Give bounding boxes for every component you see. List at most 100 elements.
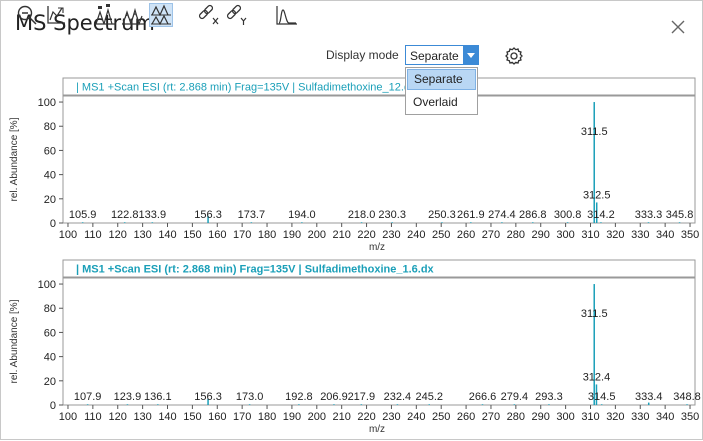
x-tick-label: 330 [631,411,649,423]
peak-label: 333.4 [635,391,663,403]
plot-header-text: | MS1 +Scan ESI (rt: 2.868 min) Frag=135… [76,82,416,94]
x-tick-label: 300 [556,411,574,423]
x-tick-label: 260 [457,229,475,241]
peak-label: 274.4 [488,209,516,221]
peak-label: 286.8 [519,209,547,221]
peak-label: 218.0 [348,209,376,221]
x-tick-label: 250 [432,229,450,241]
peak-label: 123.9 [114,391,142,403]
x-tick-label: 130 [133,411,151,423]
x-tick-label: 320 [606,411,624,423]
peak-label: 250.3 [428,209,456,221]
x-tick-label: 130 [133,229,151,241]
x-tick-label: 300 [556,229,574,241]
y-tick-label: 40 [44,352,56,364]
x-tick-label: 350 [681,411,699,423]
x-tick-label: 110 [84,229,102,241]
x-tick-label: 340 [656,411,674,423]
x-tick-label: 140 [158,229,176,241]
peak-label: 345.8 [666,209,694,221]
y-tick-label: 0 [50,218,56,230]
peak-label: 245.2 [415,391,443,403]
option-separate[interactable]: Separate [407,69,476,90]
spectrum-plots: | MS1 +Scan ESI (rt: 2.868 min) Frag=135… [9,77,701,435]
peak-label: 333.3 [635,209,663,221]
y-tick-label: 80 [44,303,56,315]
y-tick-label: 60 [44,327,56,339]
plot-header-text: | MS1 +Scan ESI (rt: 2.868 min) Frag=135… [76,264,435,276]
peak-label: 232.4 [384,391,412,403]
peak-label: 105.9 [69,209,97,221]
x-tick-label: 230 [382,411,400,423]
y-tick-label: 20 [44,194,56,206]
x-tick-label: 190 [283,411,301,423]
peak-label: 348.8 [673,391,701,403]
peak-label: 136.1 [144,391,172,403]
y-tick-label: 40 [44,170,56,182]
x-tick-label: 220 [357,229,375,241]
x-tick-label: 280 [507,411,525,423]
x-tick-label: 180 [258,411,276,423]
peak-label: 314.5 [588,391,616,403]
display-mode-dropdown: Separate Overlaid [405,67,478,115]
x-tick-label: 320 [606,229,624,241]
x-tick-label: 270 [482,229,500,241]
peak-label: 133.9 [139,209,167,221]
x-axis-label: m/z [369,242,385,253]
peak-label: 107.9 [74,391,102,403]
x-tick-label: 120 [109,229,127,241]
x-tick-label: 310 [581,411,599,423]
x-tick-label: 160 [208,229,226,241]
x-tick-label: 190 [283,229,301,241]
peak-label: 122.8 [111,209,139,221]
x-tick-label: 230 [382,229,400,241]
peak-label: 311.5 [581,308,608,320]
x-tick-label: 340 [656,229,674,241]
x-tick-label: 170 [233,229,251,241]
x-tick-label: 280 [507,229,525,241]
peak-label: 312.5 [583,189,611,201]
peak-label: 194.0 [288,209,316,221]
peak-label: 173.7 [238,209,266,221]
peak-label: 230.3 [378,209,406,221]
y-tick-label: 20 [44,376,56,388]
x-tick-label: 210 [332,411,350,423]
x-tick-label: 330 [631,229,649,241]
x-tick-label: 220 [357,411,375,423]
peak-label: 279.4 [501,391,529,403]
x-tick-label: 150 [183,411,201,423]
peak-label: 173.0 [236,391,264,403]
x-tick-label: 160 [208,411,226,423]
peak-label: 156.3 [194,391,222,403]
x-tick-label: 100 [59,229,77,241]
x-tick-label: 180 [258,229,276,241]
x-axis-label: m/z [369,424,385,435]
x-tick-label: 200 [308,411,326,423]
peak-label: 314.2 [587,209,615,221]
ms-spectrum-window: MS Spectrum Display mode Separate Separa… [0,0,703,440]
y-tick-label: 100 [38,97,56,109]
peak-label: 293.3 [535,391,563,403]
y-tick-label: 0 [50,400,56,412]
x-tick-label: 140 [158,411,176,423]
plot-area [62,277,696,406]
y-tick-label: 80 [44,121,56,133]
y-tick-label: 100 [38,279,56,291]
y-tick-label: 60 [44,145,56,157]
x-tick-label: 310 [581,229,599,241]
x-tick-label: 240 [407,411,425,423]
x-tick-label: 100 [59,411,77,423]
x-tick-label: 120 [109,411,127,423]
peak-label: 156.3 [194,209,222,221]
y-axis-label: rel. Abundance [%] [9,117,20,201]
option-overlaid[interactable]: Overlaid [407,92,476,113]
x-tick-label: 290 [532,411,550,423]
x-tick-label: 150 [183,229,201,241]
x-tick-label: 200 [308,229,326,241]
x-tick-label: 210 [332,229,350,241]
peak-label: 311.5 [581,126,608,138]
peak-label: 206.9 [320,391,348,403]
x-tick-label: 170 [233,411,251,423]
x-tick-label: 250 [432,411,450,423]
x-tick-label: 110 [84,411,102,423]
